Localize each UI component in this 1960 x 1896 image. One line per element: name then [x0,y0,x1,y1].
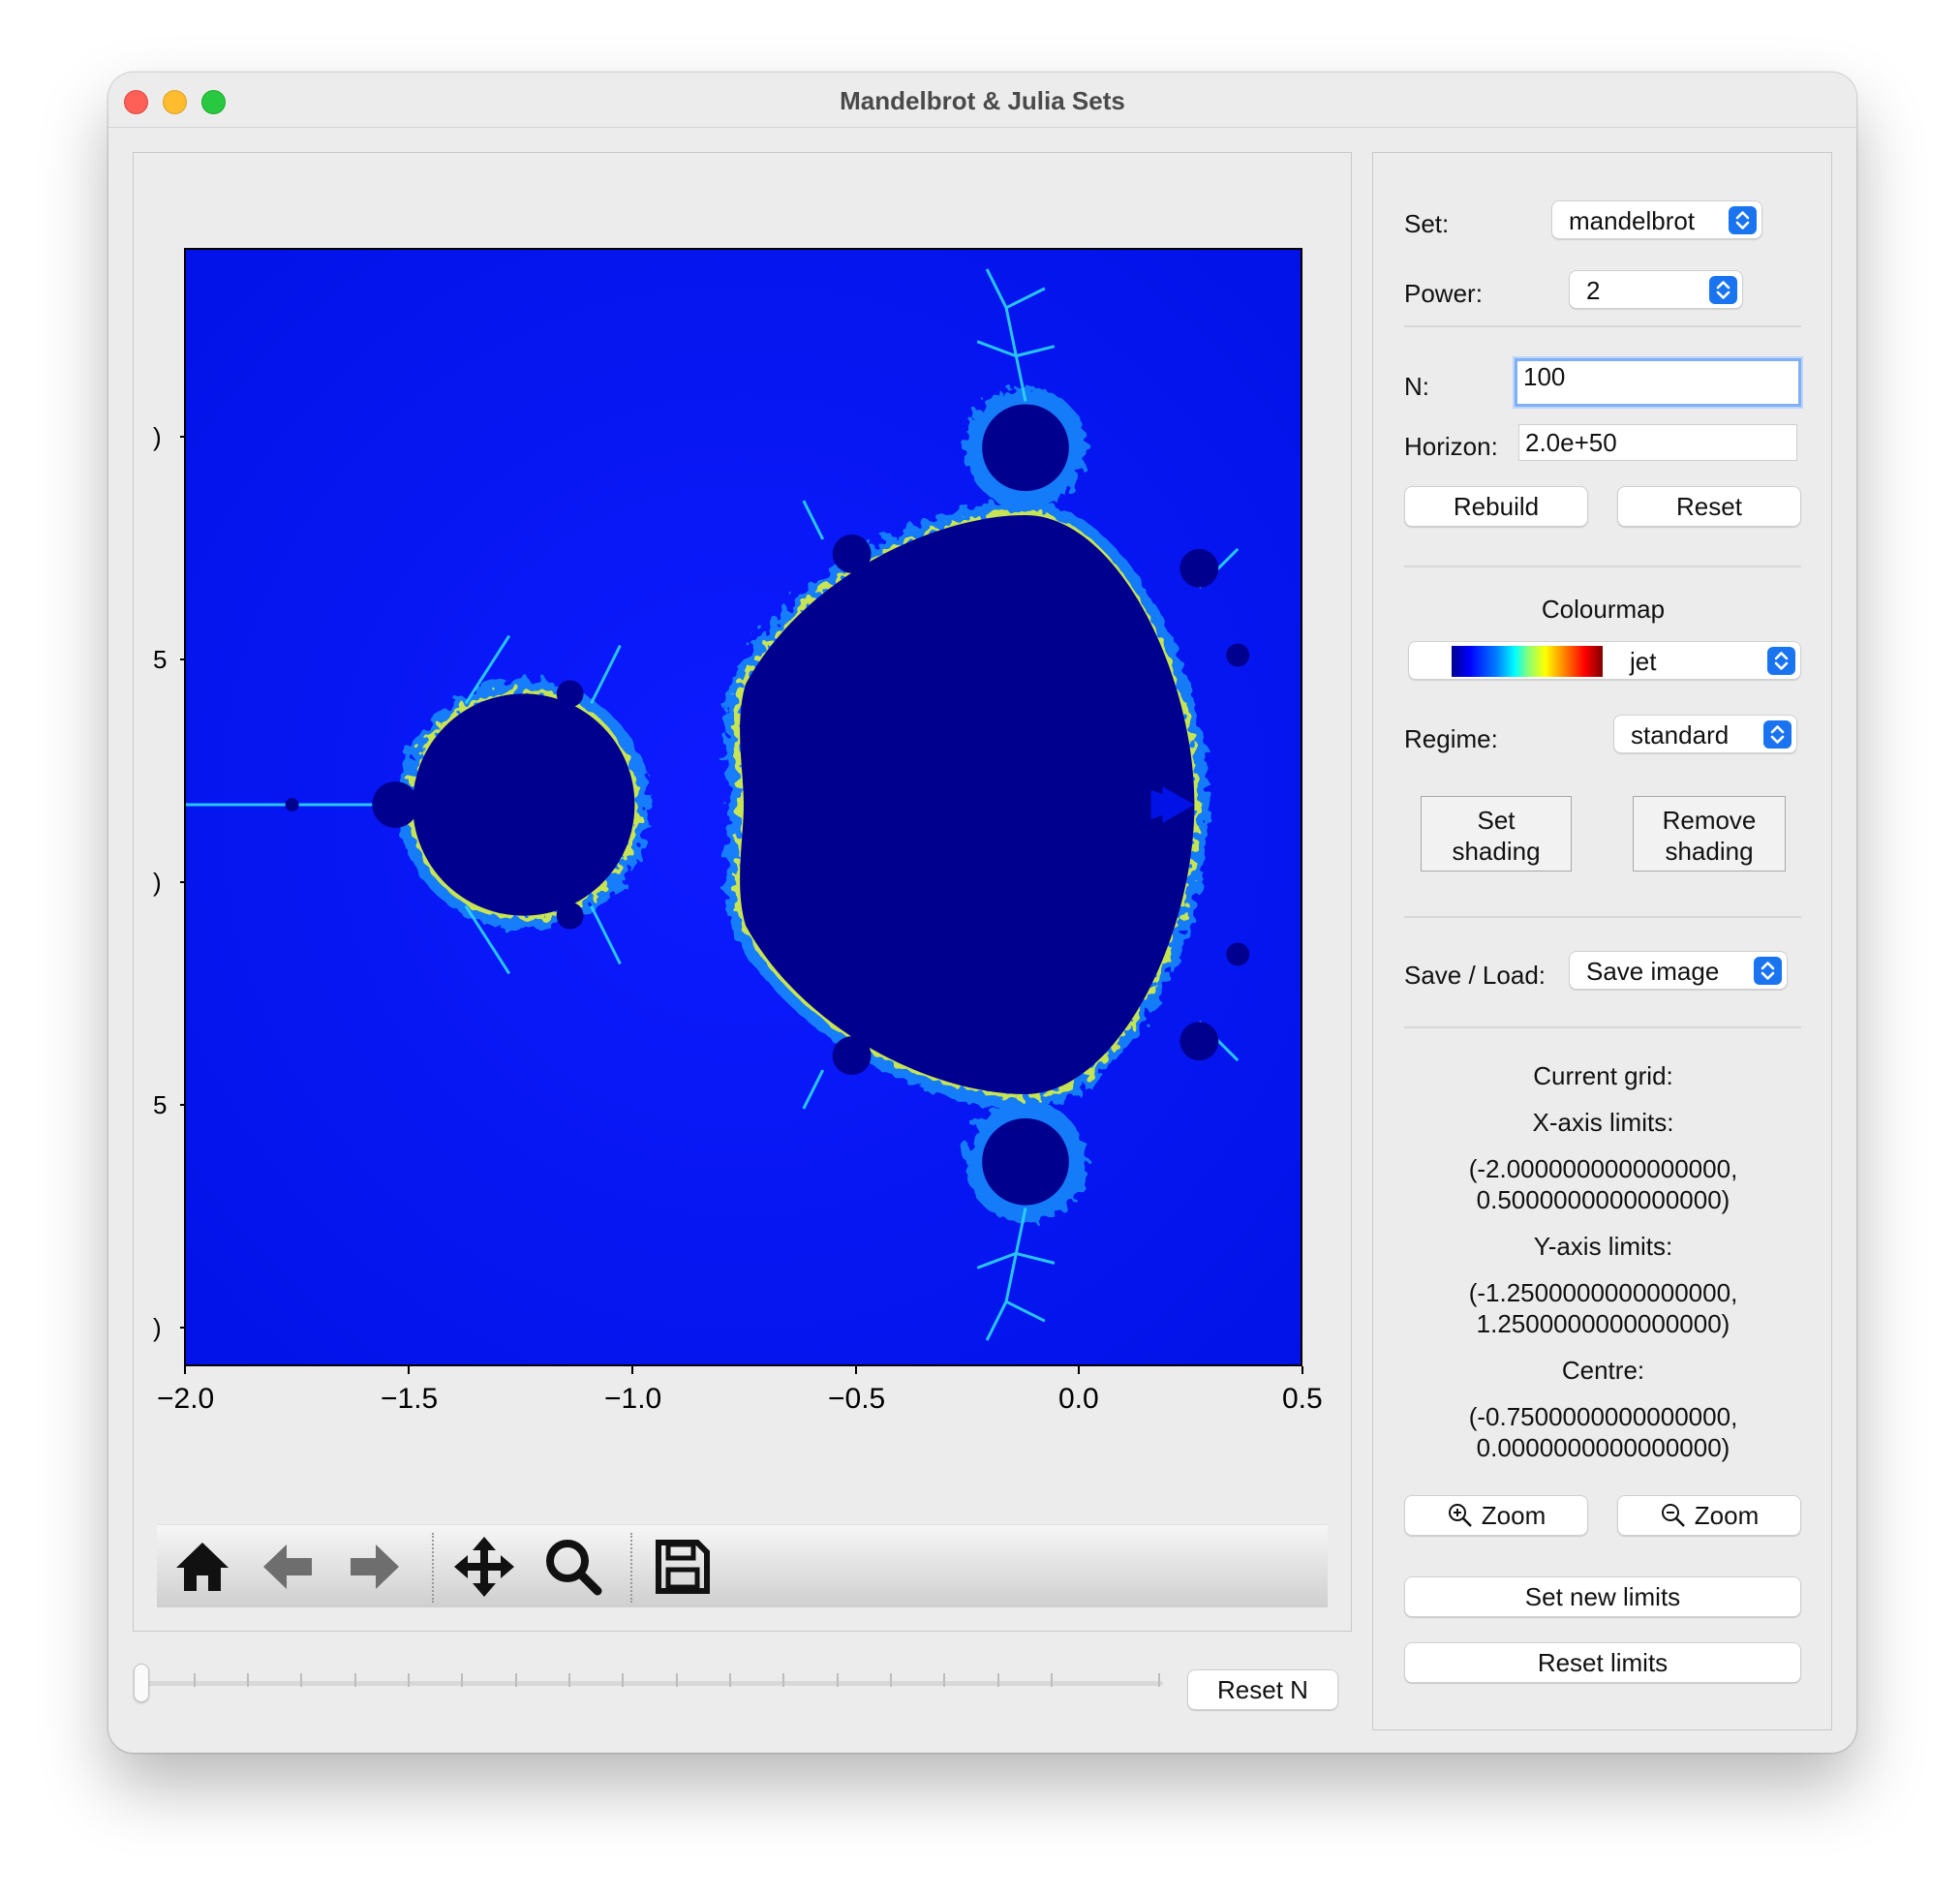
n-slider-handle[interactable] [134,1664,149,1702]
zoom-magnifier-icon[interactable] [541,1535,605,1599]
set-select-value: mandelbrot [1569,206,1696,235]
chevron-updown-icon [1763,720,1792,749]
slider-tick [837,1673,839,1687]
centre-label: Centre: [1561,1356,1645,1385]
set-shading-button[interactable]: Set shading [1421,796,1572,872]
x-tick-label: 0.0 [1058,1383,1099,1415]
set-new-limits-button[interactable]: Set new limits [1404,1576,1801,1617]
slider-tick [622,1673,624,1687]
chevron-updown-icon [1754,957,1782,985]
colourmap-select-value: jet [1630,647,1657,676]
slider-tick [247,1673,249,1687]
back-arrow-icon[interactable] [256,1535,320,1599]
horizon-label: Horizon: [1404,432,1498,461]
regime-select[interactable]: standard [1613,715,1797,753]
power-select-value: 2 [1586,276,1601,305]
save-disk-icon[interactable] [651,1535,715,1599]
power-label: Power: [1404,279,1483,308]
remove-shading-button[interactable]: Remove shading [1633,796,1786,872]
title-bar: Mandelbrot & Julia Sets [108,73,1856,128]
x-limits-label: X-axis limits: [1532,1108,1674,1137]
regime-select-value: standard [1631,720,1730,749]
x-tick-label: −2.0 [157,1383,215,1415]
colourmap-select[interactable]: jet [1408,641,1801,680]
pan-icon[interactable] [452,1535,516,1599]
slider-tick [300,1673,302,1687]
slider-tick [729,1673,731,1687]
centre-value: 0.0000000000000000) [1476,1433,1730,1462]
save-load-label: Save / Load: [1404,961,1546,990]
colourmap-swatch [1452,646,1603,677]
window-title: Mandelbrot & Julia Sets [840,86,1125,115]
set-shading-label: Set [1477,806,1516,835]
x-tick-label: 0.5 [1282,1383,1323,1415]
separator [1404,916,1801,918]
x-limits-value: (-2.0000000000000000, [1468,1154,1738,1183]
forward-arrow-icon[interactable] [343,1535,407,1599]
x-axis-ticks [184,1366,1303,1374]
slider-tick [890,1673,892,1687]
control-panel: Set: mandelbrot Power: 2 N: 100 Horizon:… [1372,152,1832,1730]
regime-label: Regime: [1404,724,1498,753]
n-slider-track[interactable] [140,1681,1163,1686]
reset-limits-button[interactable]: Reset limits [1404,1642,1801,1683]
navigation-toolbar [157,1524,1328,1607]
slider-tick [782,1673,784,1687]
slider-tick [1158,1673,1160,1687]
reset-button[interactable]: Reset [1617,486,1801,527]
zoom-in-label: Zoom [1481,1501,1547,1530]
set-select[interactable]: mandelbrot [1551,200,1762,239]
centre-value: (-0.7500000000000000, [1468,1402,1738,1431]
save-load-select[interactable]: Save image [1569,951,1788,990]
x-tick-label: −0.5 [828,1383,886,1415]
y-limits-value: (-1.2500000000000000, [1468,1278,1738,1307]
y-limits-value: 1.2500000000000000) [1476,1309,1730,1338]
x-limits-value: 0.5000000000000000) [1476,1185,1730,1214]
zoom-out-icon [1661,1504,1685,1527]
remove-shading-label: shading [1665,837,1754,866]
slider-tick [354,1673,356,1687]
x-tick-label: −1.0 [604,1383,662,1415]
slider-tick [568,1673,570,1687]
slider-tick [997,1673,999,1687]
set-shading-label: shading [1452,837,1541,866]
toolbar-separator [630,1533,632,1603]
chevron-updown-icon [1709,276,1737,304]
n-input[interactable]: 100 [1515,358,1801,407]
slider-tick [408,1673,410,1687]
separator [1404,566,1801,567]
slider-tick [676,1673,678,1687]
zoom-out-label: Zoom [1694,1501,1760,1530]
slider-tick [1051,1673,1053,1687]
slider-tick [461,1673,463,1687]
rebuild-button[interactable]: Rebuild [1404,486,1588,527]
slider-tick [515,1673,517,1687]
n-label: N: [1404,372,1429,401]
app-window: Mandelbrot & Julia Sets ) 5 ) 5 ) −2.0 −… [108,73,1856,1753]
current-grid-label: Current grid: [1533,1061,1673,1090]
set-label: Set: [1404,209,1450,238]
chevron-updown-icon [1729,206,1757,234]
separator [1404,1026,1801,1028]
power-select[interactable]: 2 [1569,270,1743,309]
toolbar-separator [432,1533,434,1603]
slider-tick [194,1673,196,1687]
remove-shading-label: Remove [1662,806,1757,835]
colourmap-label: Colourmap [1541,595,1666,624]
plot-frame: ) 5 ) 5 ) −2.0 −1.5 −1.0 −0.5 0.0 0.5 [133,152,1352,1632]
save-load-select-value: Save image [1586,957,1720,986]
x-tick-label: −1.5 [381,1383,439,1415]
chevron-updown-icon [1767,647,1795,675]
y-limits-label: Y-axis limits: [1533,1232,1673,1261]
reset-n-button[interactable]: Reset N [1187,1669,1338,1710]
separator [1404,325,1801,327]
zoom-out-button[interactable]: Zoom [1617,1495,1801,1536]
zoom-in-icon [1448,1504,1472,1527]
zoom-in-button[interactable]: Zoom [1404,1495,1588,1536]
slider-tick [943,1673,945,1687]
home-icon[interactable] [170,1535,234,1599]
horizon-input[interactable]: 2.0e+50 [1518,424,1797,461]
